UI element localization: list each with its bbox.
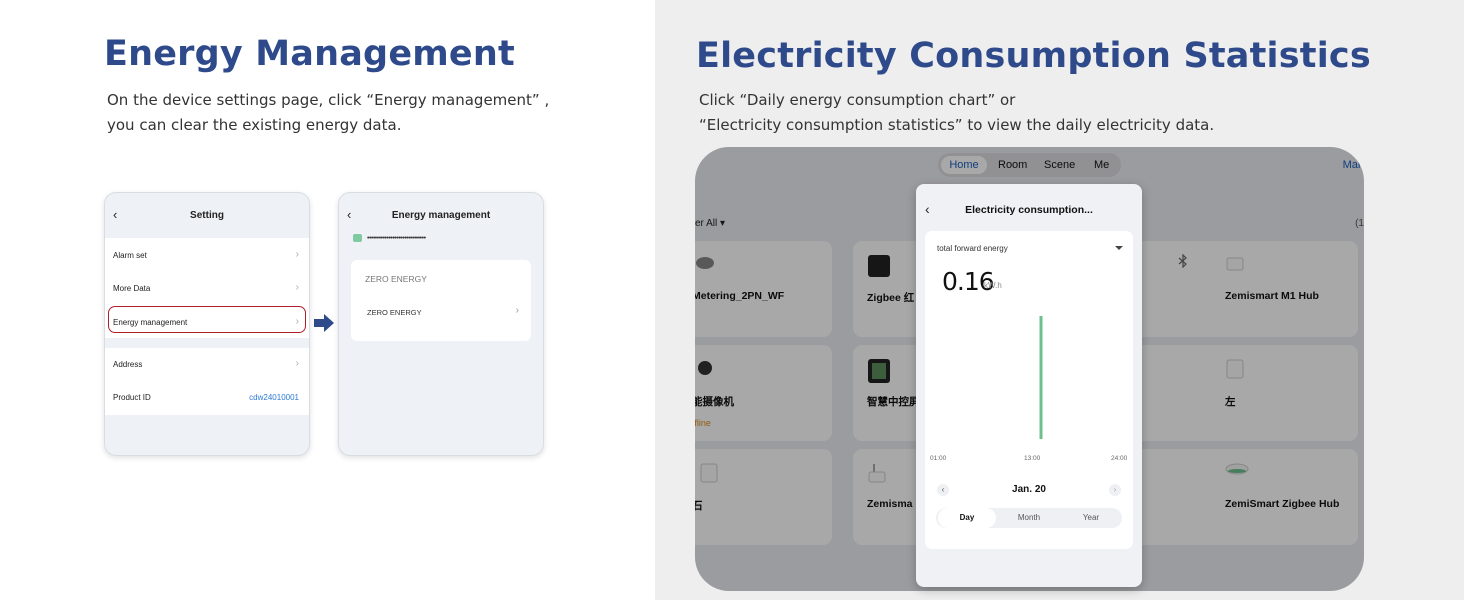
energy-unit: kW.h [984, 281, 1002, 290]
chevron-right-icon: › [295, 282, 299, 293]
settings-card-lower: Address › Product ID cdw24010001 [105, 348, 309, 415]
energy-management-phone: ‹ Energy management ••••••••••••••••••••… [338, 192, 544, 456]
energy-bar-chart [1039, 316, 1043, 439]
desc-line: “Electricity consumption statistics” to … [699, 116, 1215, 134]
electricity-consumption-popup: ‹ Electricity consumption... total forwa… [916, 184, 1142, 587]
x-tick-label: 01:00 [930, 455, 947, 462]
settings-row-alarm[interactable]: Alarm set › [105, 239, 309, 272]
zero-energy-section-header: ZERO ENERGY [365, 274, 427, 284]
settings-row-more-data[interactable]: More Data › [105, 272, 309, 305]
right-arrow-icon [314, 314, 334, 332]
product-id-value: cdw24010001 [249, 393, 299, 402]
energy-management-title: Energy management [391, 210, 491, 221]
settings-row-address[interactable]: Address › [105, 348, 309, 381]
period-selector: Day Month Year [936, 508, 1122, 528]
statistics-description: Click “Daily energy consumption chart” o… [699, 88, 1214, 138]
statistics-heading: Electricity Consumption Statistics [696, 36, 1371, 76]
desc-line: Click “Daily energy consumption chart” o… [699, 91, 1016, 109]
row-label: More Data [113, 284, 151, 293]
chevron-right-icon: › [295, 249, 299, 260]
settings-title: Setting [190, 210, 224, 221]
period-day[interactable]: Day [938, 508, 996, 528]
energy-management-description: On the device settings page, click “Ener… [107, 88, 549, 138]
next-date-button[interactable]: › [1109, 484, 1121, 496]
row-label: Product ID [113, 393, 151, 402]
chart-bar [1039, 316, 1043, 439]
settings-phone: ‹ Setting Alarm set › More Data › Energy… [104, 192, 310, 456]
period-month[interactable]: Month [1000, 508, 1058, 528]
x-tick-label: 13:00 [1024, 455, 1041, 462]
desc-line: On the device settings page, click “Ener… [107, 91, 550, 109]
device-icon [353, 234, 362, 242]
zero-energy-card: ZERO ENERGY ZERO ENERGY › [351, 260, 531, 341]
popup-title: Electricity consumption... [965, 204, 1093, 216]
energy-management-heading: Energy Management [104, 34, 515, 74]
device-id-row: •••••••••••••••••••••••••••••• [353, 234, 426, 242]
date-label: Jan. 20 [1012, 484, 1046, 495]
date-navigator: ‹ Jan. 20 › [925, 484, 1133, 500]
zero-energy-label: ZERO ENERGY [367, 308, 422, 317]
left-panel: Energy Management On the device settings… [0, 0, 655, 600]
row-label: Address [113, 360, 143, 369]
masked-device-id: •••••••••••••••••••••••••••••• [367, 234, 426, 242]
metric-selector[interactable]: total forward energy [937, 244, 1008, 253]
caret-down-icon[interactable] [1115, 246, 1123, 250]
x-tick-label: 24:00 [1111, 455, 1128, 462]
energy-management-highlight [108, 306, 306, 333]
chevron-right-icon: › [515, 305, 519, 316]
settings-row-product-id: Product ID cdw24010001 [105, 381, 309, 414]
row-label: Alarm set [113, 251, 147, 260]
chevron-right-icon: › [295, 358, 299, 369]
period-year[interactable]: Year [1062, 508, 1120, 528]
desc-line: you can clear the existing energy data. [107, 116, 402, 134]
chart-card: total forward energy 0.16 kW.h 01:00 13:… [925, 231, 1133, 549]
